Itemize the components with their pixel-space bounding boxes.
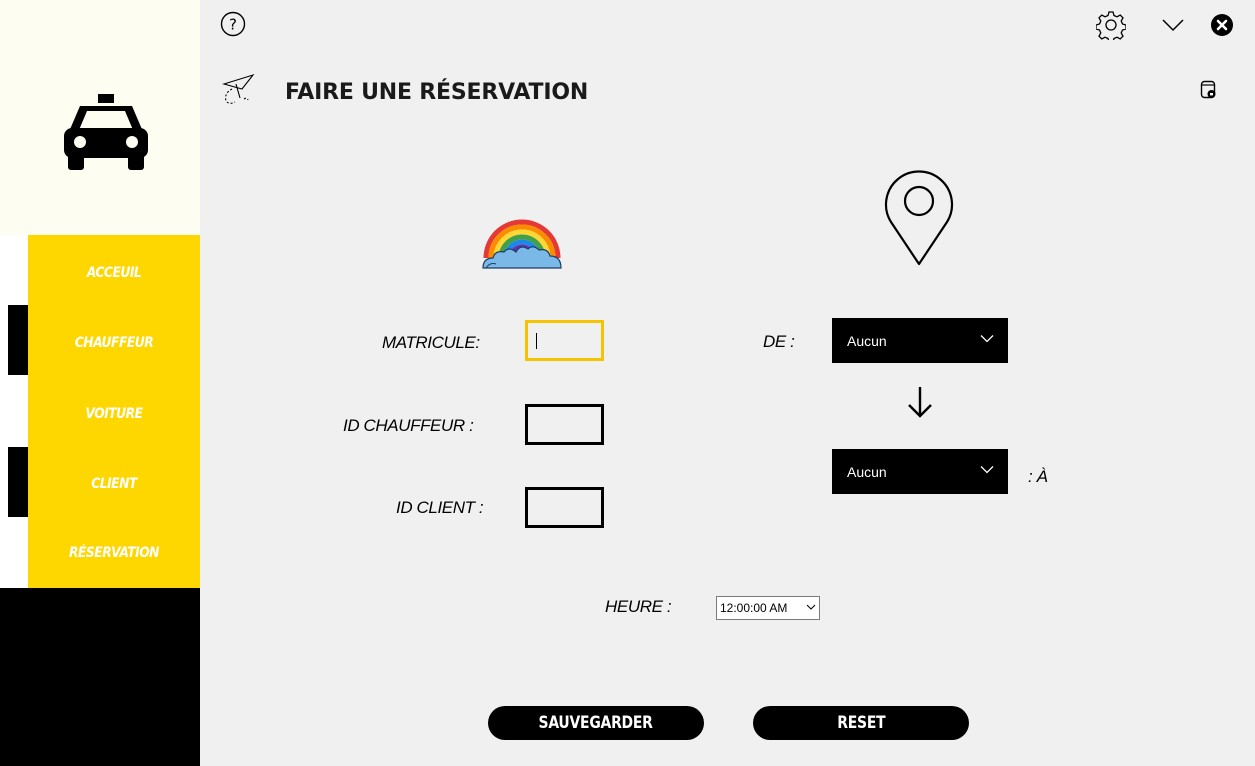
main-panel: ? FAIRE UNE RÉSERVATION MATRICULE: ID CH…	[200, 0, 1255, 766]
sidebar-item-chauffeur[interactable]: CHAUFFEUR	[41, 323, 187, 363]
database-icon[interactable]	[1200, 80, 1218, 100]
origin-dropdown[interactable]: Aucun	[832, 318, 1008, 363]
destination-dropdown[interactable]: Aucun	[832, 449, 1008, 494]
page-title: FAIRE UNE RÉSERVATION	[285, 80, 589, 105]
origin-selected-value: Aucun	[847, 332, 887, 349]
id-client-label: ID CLIENT :	[396, 498, 484, 517]
destination-selected-value: Aucun	[847, 463, 887, 480]
id-chauffeur-label: ID CHAUFFEUR :	[343, 416, 474, 435]
active-indicator	[8, 305, 28, 375]
sidebar-item-reservation[interactable]: RÉSERVATION	[41, 533, 187, 573]
close-icon[interactable]	[1211, 14, 1233, 36]
location-pin-icon	[884, 170, 954, 266]
sidebar-gutter	[0, 235, 28, 588]
chevron-down-icon	[806, 604, 816, 610]
sidebar-nav: ACCEUIL CHAUFFEUR VOITURE CLIENT RÉSERVA…	[28, 235, 200, 588]
sidebar-item-client[interactable]: CLIENT	[41, 464, 187, 504]
id-chauffeur-input[interactable]	[525, 404, 604, 445]
settings-icon[interactable]	[1096, 10, 1126, 40]
time-value: 12:00:00 AM	[720, 601, 788, 615]
active-indicator	[8, 447, 28, 517]
matricule-label: MATRICULE:	[382, 333, 480, 352]
reset-button[interactable]: RESET	[753, 706, 969, 740]
rainbow-icon	[482, 219, 562, 269]
chevron-down-icon	[980, 335, 994, 343]
reset-button-label: RESET	[836, 713, 886, 733]
save-button[interactable]: SAUVEGARDER	[488, 706, 704, 740]
arrow-down-icon	[908, 387, 932, 418]
de-label: DE :	[763, 332, 795, 351]
text-caret	[536, 333, 537, 349]
svg-text:?: ?	[229, 16, 237, 34]
a-label: : À	[1028, 467, 1048, 486]
chevron-down-icon	[980, 466, 994, 474]
time-picker[interactable]: 12:00:00 AM	[716, 596, 820, 620]
sidebar-footer	[0, 588, 200, 766]
minimize-icon[interactable]	[1162, 18, 1184, 32]
taxi-icon	[64, 94, 148, 170]
sidebar-item-acceuil[interactable]: ACCEUIL	[41, 253, 187, 293]
help-icon[interactable]: ?	[220, 11, 246, 37]
id-client-input[interactable]	[525, 487, 604, 528]
sidebar-item-voiture[interactable]: VOITURE	[41, 394, 187, 434]
heure-label: HEURE :	[605, 597, 672, 616]
save-button-label: SAUVEGARDER	[538, 713, 654, 733]
sidebar-logo-area	[0, 0, 200, 235]
paper-plane-icon	[222, 73, 255, 104]
matricule-input[interactable]	[525, 320, 604, 361]
